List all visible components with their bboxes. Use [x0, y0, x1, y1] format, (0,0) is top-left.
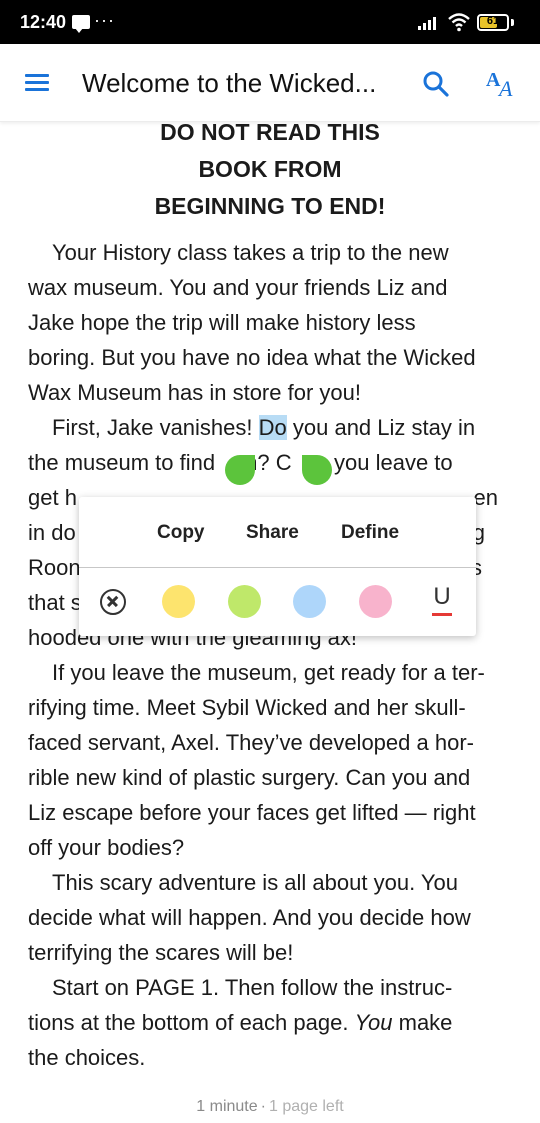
- status-time: 12:40: [20, 12, 67, 32]
- text-line: tions at the bottom of each page. You ma…: [28, 1010, 453, 1035]
- text-line: terrifying the scares will be!: [28, 940, 294, 965]
- menu-bar-line: [25, 74, 49, 77]
- menu-bar-line: [25, 81, 49, 84]
- signal-strength-icon: [418, 17, 436, 30]
- time-left: 1 minute: [196, 1098, 258, 1115]
- heading-line: BOOK FROM: [198, 156, 342, 182]
- underline-icon: U: [433, 583, 451, 610]
- text-line: rible new kind of plastic surgery. Can y…: [28, 765, 471, 790]
- text-line: If you leave the museum, get ready for a…: [52, 660, 485, 685]
- text-line: Your History class takes a trip to the n…: [52, 240, 449, 265]
- text-line: rifying time. Meet Sybil Wicked and her …: [28, 695, 466, 720]
- battery-tip: [511, 19, 514, 26]
- highlight-blue-swatch[interactable]: [293, 585, 326, 618]
- underline-bar: [432, 613, 452, 616]
- heading-line: DO NOT READ THIS: [160, 119, 380, 145]
- selection-handle-end[interactable]: [302, 455, 332, 485]
- hamburger-menu-icon[interactable]: [20, 68, 54, 98]
- battery-icon: 61: [477, 14, 509, 31]
- search-icon[interactable]: [420, 68, 452, 100]
- text-line: off your bodies?: [28, 835, 185, 860]
- reading-progress-footer: 1 minute · 1 page left: [0, 1098, 540, 1116]
- highlight-yellow-swatch[interactable]: [162, 585, 195, 618]
- selection-handle-start[interactable]: [225, 455, 255, 485]
- status-bar: 12:40 ··· 61: [0, 0, 540, 44]
- separator: ·: [260, 1098, 266, 1115]
- svg-text:A: A: [497, 76, 513, 101]
- text-line: Liz escape before your faces get lifted …: [28, 800, 476, 825]
- underline-button[interactable]: U: [427, 583, 457, 619]
- selected-text[interactable]: Do: [258, 415, 287, 440]
- text-line: the choices.: [28, 1045, 146, 1070]
- text-line: the museum to find m? Co you leave to: [28, 450, 453, 475]
- text-line: Wax Museum has in store for you!: [28, 380, 361, 405]
- highlight-pink-swatch[interactable]: [359, 585, 392, 618]
- selection-popup: Copy Share Define U: [79, 497, 476, 636]
- close-icon[interactable]: [100, 589, 126, 615]
- font-size-icon[interactable]: A A: [484, 66, 520, 102]
- text-line: Jake hope the trip will make history les…: [28, 310, 416, 335]
- menu-bar-line: [25, 88, 49, 91]
- highlight-green-swatch[interactable]: [228, 585, 261, 618]
- chapter-heading: DO NOT READ THIS BOOK FROM BEGINNING TO …: [28, 114, 512, 225]
- wifi-icon: [448, 13, 470, 32]
- book-text[interactable]: Your History class takes a trip to the n…: [28, 235, 512, 1075]
- text-line: Start on PAGE 1. Then follow the instruc…: [52, 975, 453, 1000]
- highlight-colors: U: [79, 569, 476, 636]
- copy-button[interactable]: Copy: [157, 522, 205, 544]
- heading-line: BEGINNING TO END!: [154, 193, 386, 219]
- text-line: wax museum. You and your friends Liz and: [28, 275, 448, 300]
- text-line: First, Jake vanishes! Do you and Liz sta…: [52, 415, 476, 440]
- share-button[interactable]: Share: [246, 522, 299, 544]
- more-notifications-indicator: ···: [94, 10, 115, 30]
- define-button[interactable]: Define: [341, 522, 399, 544]
- text-line: decide what will happen. And you decide …: [28, 905, 471, 930]
- book-title: Welcome to the Wicked...: [82, 68, 377, 98]
- text-line: boring. But you have no idea what the Wi…: [28, 345, 476, 370]
- text-line: faced servant, Axel. They’ve developed a…: [28, 730, 474, 755]
- pages-left: 1 page left: [268, 1098, 344, 1115]
- battery-level: 61: [486, 15, 500, 27]
- text-line: This scary adventure is all about you. Y…: [52, 870, 459, 895]
- popup-actions: Copy Share Define: [79, 497, 476, 568]
- app-bar: Welcome to the Wicked... A A: [0, 44, 540, 122]
- message-notification-icon: [72, 15, 90, 33]
